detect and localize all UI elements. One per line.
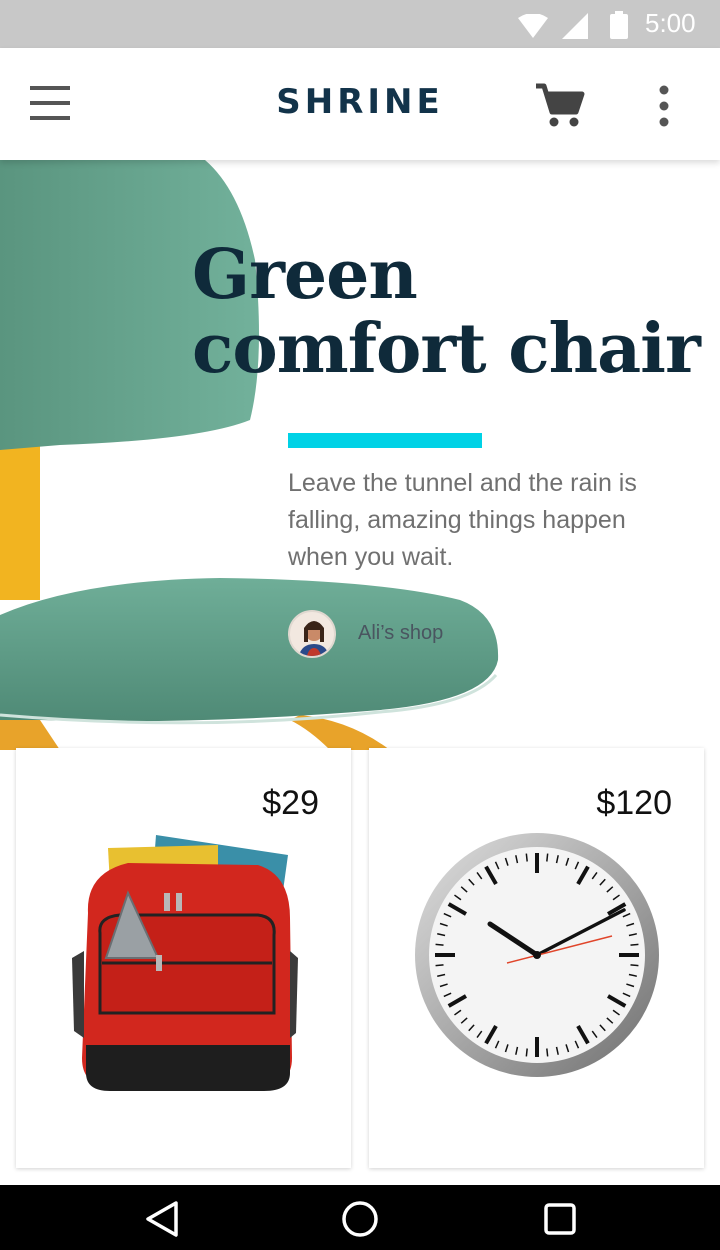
recent-apps-button[interactable] [530,1197,590,1241]
back-icon [146,1201,178,1237]
battery-icon [610,11,628,39]
clock-tick [435,964,444,967]
product-price: $29 [262,784,319,822]
wifi-icon [518,14,548,38]
signal-icon [562,13,588,39]
back-button[interactable] [132,1197,192,1241]
hero-title-line2: comfort chair [192,309,701,389]
product-card-backpack[interactable]: $29 [16,748,351,1168]
product-card-clock[interactable]: $120 [369,748,704,1168]
clock-tick [630,943,639,946]
status-bar: 5:00 [0,0,720,48]
hero-description: Leave the tunnel and the rain is falling… [288,469,637,571]
clock-tick [435,943,444,946]
featured-product-hero[interactable]: Green comfort chair Leave the tunnel and… [0,160,720,750]
recent-apps-icon [544,1203,576,1235]
status-time: 5:00 [645,8,696,38]
home-button[interactable] [330,1197,390,1241]
app-bar: SHRINE [0,48,720,160]
more-vertical-icon [659,85,669,127]
app-title: SHRINE [276,82,444,122]
clock-tick [546,1048,549,1057]
system-navigation-bar [0,1185,720,1250]
hero-title: Green comfort chair [192,235,701,389]
backpack-image [72,835,298,1091]
more-options-button[interactable] [642,76,686,134]
shop-avatar[interactable] [288,610,336,658]
product-price: $120 [596,784,672,822]
home-icon [342,1201,378,1237]
hero-title-line1: Green [192,235,418,315]
cart-button[interactable] [530,76,588,134]
wall-clock-image [415,833,659,1077]
clock-tick [525,853,528,862]
shopping-cart-icon [536,83,585,127]
clock-tick [546,853,549,862]
clock-tick [525,1048,528,1057]
clock-tick [630,964,639,967]
accent-divider [288,433,482,448]
shop-name[interactable]: Ali’s shop [358,622,443,645]
